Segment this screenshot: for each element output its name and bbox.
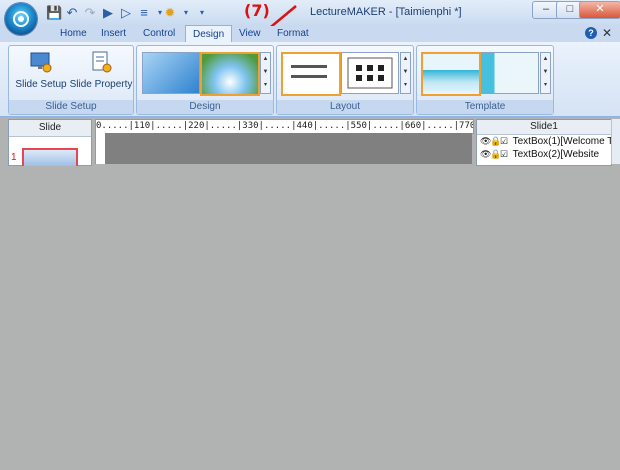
tab-control[interactable]: Control xyxy=(136,26,182,42)
tab-home[interactable]: Home xyxy=(53,26,94,42)
object-panel-header: Slide1 xyxy=(477,120,611,135)
group-label-layout: Layout xyxy=(277,100,413,114)
layout-grid-icon xyxy=(347,57,393,89)
play-from-current-icon[interactable]: ▷ xyxy=(118,5,134,21)
tab-insert[interactable]: Insert xyxy=(94,26,133,42)
object-label: TextBox(2)[Website xyxy=(512,149,600,160)
checkbox-icon[interactable]: ☑ xyxy=(500,135,510,148)
group-slide-setup: Slide Setup Slide Property Slide Setup xyxy=(8,45,134,115)
app-orb-icon[interactable] xyxy=(5,3,37,35)
vertical-ruler xyxy=(95,132,105,164)
template-2[interactable] xyxy=(481,52,539,94)
object-panel-scrollbar[interactable] xyxy=(611,119,620,164)
group-design: ▲ ▼ ▾ Design xyxy=(136,45,274,115)
slide-canvas[interactable] xyxy=(105,133,472,164)
layout-grid[interactable] xyxy=(341,52,399,94)
horizontal-ruler: 0.....|110|.....|220|.....|330|.....|440… xyxy=(95,119,474,134)
window-title: LectureMAKER - [Taimienphi *] xyxy=(310,6,462,18)
object-row[interactable]: 👁🔒☑ TextBox(2)[Website xyxy=(477,148,611,161)
slide-property-button[interactable]: Slide Property xyxy=(69,50,133,90)
slide-thumbnail[interactable] xyxy=(22,148,78,166)
monitor-gear-icon xyxy=(30,52,52,73)
slide-setup-button[interactable]: Slide Setup xyxy=(13,50,69,90)
slide-panel-header: Slide xyxy=(9,120,91,137)
template-gallery-scroll[interactable]: ▲ ▼ ▾ xyxy=(540,52,551,94)
close-document-icon[interactable]: ✕ xyxy=(602,26,612,40)
redo-icon[interactable]: ↷ xyxy=(82,5,98,21)
close-button[interactable]: ✕ xyxy=(579,1,620,19)
slide-setup-label: Slide Setup xyxy=(15,79,67,90)
object-row[interactable]: 👁🔒☑ TextBox(1)[Welcome T xyxy=(477,135,611,148)
group-label-design: Design xyxy=(137,100,273,114)
design-gallery-scroll[interactable]: ▲ ▼ ▾ xyxy=(260,52,271,94)
object-label: TextBox(1)[Welcome T xyxy=(512,136,611,147)
group-layout: ▲ ▼ ▾ Layout xyxy=(276,45,414,115)
object-panel: Slide1 👁🔒☑ TextBox(1)[Welcome T 👁🔒☑ Text… xyxy=(476,119,612,166)
save-icon[interactable]: 💾 xyxy=(46,5,62,21)
slide-property-label: Slide Property xyxy=(69,79,133,90)
help-icon[interactable]: ? xyxy=(585,27,597,39)
checkbox-icon[interactable]: ☑ xyxy=(500,148,510,161)
layout-lines-icon xyxy=(291,65,327,78)
group-label-template: Template xyxy=(417,100,553,114)
design-theme-nature[interactable] xyxy=(200,52,260,96)
layout-gallery-scroll[interactable]: ▲ ▼ ▾ xyxy=(400,52,411,94)
layout-title-only[interactable] xyxy=(281,52,341,96)
group-template: ▲ ▼ ▾ Template xyxy=(416,45,554,115)
tab-format[interactable]: Format xyxy=(270,26,316,42)
undo-icon[interactable]: ↶ xyxy=(64,5,80,21)
play-icon[interactable]: ▶ xyxy=(100,5,116,21)
align-icon[interactable]: ≡ xyxy=(136,5,152,21)
tab-view[interactable]: View xyxy=(232,26,268,42)
sun-icon[interactable]: ✹ xyxy=(162,5,178,21)
eye-icon[interactable]: 👁 xyxy=(480,135,491,148)
slide-number: 1 xyxy=(11,152,17,163)
lock-icon[interactable]: 🔒 xyxy=(490,148,501,161)
template-1[interactable] xyxy=(421,52,481,96)
lock-icon[interactable]: 🔒 xyxy=(490,135,501,148)
dropdown-arrow-icon[interactable]: ▾ xyxy=(178,5,194,21)
group-label-slide-setup: Slide Setup xyxy=(9,100,133,114)
dropdown-arrow-icon[interactable]: ▾ xyxy=(194,5,210,21)
design-theme-blue[interactable] xyxy=(142,52,200,94)
eye-icon[interactable]: 👁 xyxy=(480,148,491,161)
document-gear-icon xyxy=(92,51,112,73)
